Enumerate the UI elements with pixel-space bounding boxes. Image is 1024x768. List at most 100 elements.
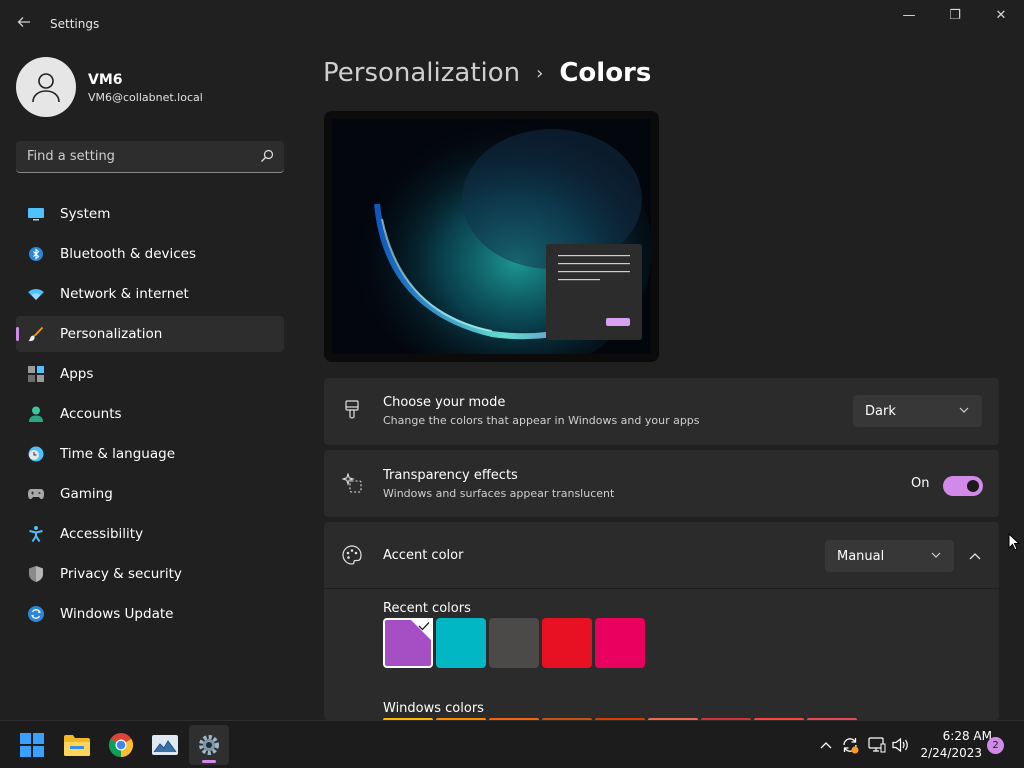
taskbar: 6:28 AM 2/24/2023 2 xyxy=(0,720,1024,768)
update-icon xyxy=(28,606,44,622)
bluetooth-icon xyxy=(28,246,44,262)
recent-colors-label: Recent colors xyxy=(383,601,471,616)
search-input[interactable] xyxy=(16,141,246,171)
sidebar-item-label: Apps xyxy=(60,366,94,382)
minimize-button[interactable]: — xyxy=(899,8,919,24)
breadcrumb-separator: › xyxy=(536,62,544,84)
accent-value: Manual xyxy=(837,548,885,564)
accent-dropdown[interactable]: Manual xyxy=(825,540,954,572)
transparency-state-label: On xyxy=(911,476,930,491)
recent-colors-list xyxy=(383,618,648,668)
sidebar-item-bluetooth[interactable]: Bluetooth & devices xyxy=(16,236,284,272)
theme-preview xyxy=(324,111,659,362)
recent-color-swatch[interactable] xyxy=(542,618,592,668)
start-button[interactable] xyxy=(12,725,52,765)
back-button[interactable] xyxy=(14,14,34,34)
search-icon[interactable] xyxy=(260,149,274,163)
breadcrumb: Personalization › Colors xyxy=(323,58,651,88)
clock-date[interactable]: 2/24/2023 xyxy=(916,746,982,760)
accent-title: Accent color xyxy=(383,548,464,563)
maximize-button[interactable]: ❐ xyxy=(945,8,965,24)
sidebar-item-label: Accounts xyxy=(60,406,122,422)
breadcrumb-parent[interactable]: Personalization xyxy=(323,58,520,88)
sidebar-item-network[interactable]: Network & internet xyxy=(16,276,284,312)
recent-color-swatch[interactable] xyxy=(436,618,486,668)
file-explorer-button[interactable] xyxy=(57,725,97,765)
notification-badge[interactable]: 2 xyxy=(987,737,1004,754)
volume-icon xyxy=(892,737,908,753)
sidebar-item-label: Windows Update xyxy=(60,606,174,622)
sidebar-item-accounts[interactable]: Accounts xyxy=(16,396,284,432)
apps-icon xyxy=(28,366,44,382)
back-arrow-icon xyxy=(17,17,30,27)
show-hidden-icons-button[interactable] xyxy=(816,735,836,755)
sidebar-item-windows-update[interactable]: Windows Update xyxy=(16,596,284,632)
settings-app-icon xyxy=(199,735,219,755)
collapse-chevron-up-icon[interactable] xyxy=(968,550,982,562)
sidebar-item-time-language[interactable]: Time & language xyxy=(16,436,284,472)
network-icon xyxy=(868,737,886,753)
sidebar-item-gaming[interactable]: Gaming xyxy=(16,476,284,512)
chrome-button[interactable] xyxy=(101,725,141,765)
sync-tray-button[interactable] xyxy=(840,735,860,755)
sidebar-item-personalization[interactable]: Personalization xyxy=(16,316,284,352)
sidebar-item-label: System xyxy=(60,206,111,222)
settings-taskbar-button[interactable] xyxy=(189,725,229,765)
network-tray-button[interactable] xyxy=(867,735,887,755)
sidebar-item-system[interactable]: System xyxy=(16,196,284,232)
mouse-cursor-icon xyxy=(1008,533,1020,551)
start-icon xyxy=(20,733,44,757)
transparency-title: Transparency effects xyxy=(383,468,518,483)
chevron-down-icon xyxy=(931,552,941,558)
user-email: VM6@collabnet.local xyxy=(88,91,203,104)
user-icon xyxy=(32,73,60,103)
gamepad-icon xyxy=(28,486,44,502)
mode-dropdown[interactable]: Dark xyxy=(853,395,982,427)
checkmark-icon xyxy=(418,622,430,631)
transparency-toggle[interactable] xyxy=(943,476,983,496)
close-button[interactable]: ✕ xyxy=(991,8,1011,24)
sidebar-item-privacy-security[interactable]: Privacy & security xyxy=(16,556,284,592)
brush-outline-icon xyxy=(342,400,362,420)
mode-description: Change the colors that appear in Windows… xyxy=(383,414,700,427)
sync-icon xyxy=(843,738,859,754)
sidebar-item-label: Network & internet xyxy=(60,286,189,302)
sidebar-item-label: Privacy & security xyxy=(60,566,182,582)
photos-icon xyxy=(152,735,178,755)
chevron-up-icon xyxy=(820,742,832,749)
app-title: Settings xyxy=(50,17,100,31)
brush-icon xyxy=(28,326,44,342)
search-box[interactable] xyxy=(16,141,284,173)
clock-time[interactable]: 6:28 AM xyxy=(926,729,992,743)
windows-colors-label: Windows colors xyxy=(383,701,484,716)
sidebar-item-label: Personalization xyxy=(60,326,163,342)
file-explorer-icon xyxy=(64,735,90,756)
volume-tray-button[interactable] xyxy=(891,735,911,755)
sidebar-item-apps[interactable]: Apps xyxy=(16,356,284,392)
sidebar-item-label: Bluetooth & devices xyxy=(60,246,197,262)
toggle-knob xyxy=(967,480,979,492)
sidebar-item-label: Time & language xyxy=(60,446,176,462)
clock-globe-icon xyxy=(28,446,44,462)
transparency-description: Windows and surfaces appear translucent xyxy=(383,487,615,500)
photos-button[interactable] xyxy=(145,725,185,765)
mode-title: Choose your mode xyxy=(383,395,506,410)
sidebar-item-label: Gaming xyxy=(60,486,113,502)
page-title: Colors xyxy=(559,58,652,88)
chevron-down-icon xyxy=(959,407,969,413)
system-icon xyxy=(28,206,44,222)
recent-color-swatch[interactable] xyxy=(383,618,433,668)
wallpaper-preview xyxy=(332,119,651,354)
sidebar-item-accessibility[interactable]: Accessibility xyxy=(16,516,284,552)
mode-value: Dark xyxy=(865,403,896,419)
chrome-icon xyxy=(109,733,133,757)
palette-icon xyxy=(342,545,362,565)
recent-color-swatch[interactable] xyxy=(595,618,645,668)
recent-color-swatch[interactable] xyxy=(489,618,539,668)
avatar[interactable] xyxy=(16,57,76,117)
sparkle-icon xyxy=(342,473,362,493)
transparency-card: Transparency effects Windows and surface… xyxy=(324,450,999,517)
accessibility-icon xyxy=(28,526,44,542)
sidebar-item-label: Accessibility xyxy=(60,526,144,542)
wifi-icon xyxy=(28,286,44,302)
